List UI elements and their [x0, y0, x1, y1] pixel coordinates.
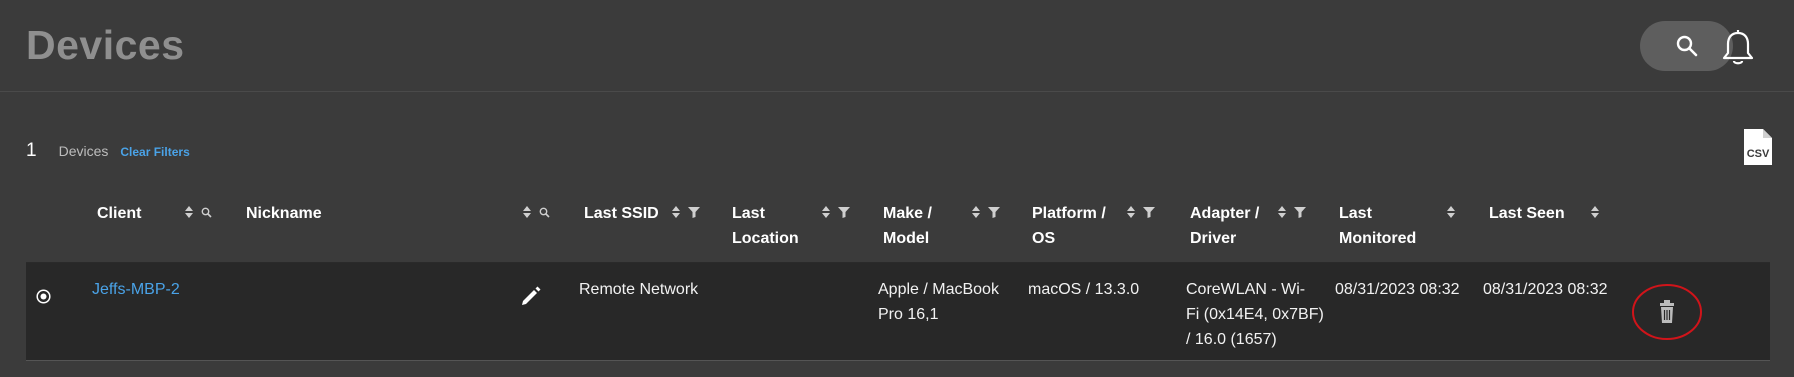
pencil-icon — [522, 286, 541, 305]
sort-icon[interactable] — [1447, 206, 1455, 218]
filter-icon[interactable] — [688, 206, 700, 218]
svg-text:CSV: CSV — [1747, 148, 1770, 160]
bell-icon — [1722, 30, 1754, 65]
export-csv-button[interactable]: CSV — [1742, 127, 1774, 167]
last-ssid-cell: Remote Network — [579, 281, 699, 298]
column-header-nickname[interactable]: Nickname — [246, 201, 322, 226]
column-header-last-seen[interactable]: Last Seen — [1489, 201, 1565, 226]
table-header: Client Nickname Last SSID Last Location … — [26, 190, 1770, 263]
delete-device-button[interactable] — [1631, 283, 1703, 341]
filter-icon[interactable] — [1143, 206, 1155, 218]
column-header-last-location[interactable]: Last Location — [732, 201, 799, 251]
search-icon — [1676, 35, 1697, 57]
column-controls-last-ssid — [672, 201, 700, 223]
column-controls-platform-os — [1127, 201, 1155, 223]
device-summary: 1 Devices Clear Filters — [26, 140, 190, 164]
filter-icon[interactable] — [838, 206, 850, 218]
trash-icon — [1660, 300, 1674, 323]
sort-icon[interactable] — [1278, 206, 1286, 218]
column-controls-adapter-driver — [1278, 201, 1306, 223]
adapter-driver-cell: CoreWLAN - Wi- Fi (0x14E4, 0x7BF) / 16.0… — [1186, 281, 1324, 348]
top-bar: Devices — [0, 0, 1794, 92]
sort-icon[interactable] — [672, 206, 680, 218]
column-header-last-monitored[interactable]: Last Monitored — [1339, 201, 1416, 251]
notifications-button[interactable] — [1716, 26, 1760, 70]
table-row[interactable]: Jeffs-MBP-2 Remote Network Apple / MacBo… — [26, 263, 1770, 361]
sort-icon[interactable] — [822, 206, 830, 218]
last-monitored-cell: 08/31/2023 08:32 — [1335, 281, 1460, 298]
last-seen-cell: 08/31/2023 08:32 — [1483, 281, 1608, 298]
column-search-icon[interactable] — [201, 207, 212, 218]
column-controls-last-monitored — [1447, 201, 1455, 223]
column-header-adapter-driver[interactable]: Adapter / Driver — [1190, 201, 1259, 251]
column-controls-make-model — [972, 201, 1000, 223]
sort-icon[interactable] — [185, 206, 193, 218]
devices-table: Client Nickname Last SSID Last Location … — [26, 190, 1770, 361]
filter-icon[interactable] — [988, 206, 1000, 218]
column-controls-client — [185, 201, 212, 223]
device-count: 1 — [26, 140, 37, 161]
column-header-client[interactable]: Client — [97, 201, 141, 226]
row-select-radio[interactable] — [36, 289, 51, 309]
csv-file-icon: CSV — [1744, 129, 1772, 165]
page-title: Devices — [26, 22, 185, 68]
column-header-last-ssid[interactable]: Last SSID — [584, 201, 659, 226]
sort-icon[interactable] — [972, 206, 980, 218]
client-link[interactable]: Jeffs-MBP-2 — [92, 277, 180, 302]
clear-filters-link[interactable]: Clear Filters — [120, 145, 189, 159]
platform-os-cell: macOS / 13.3.0 — [1028, 281, 1140, 298]
make-model-cell: Apple / MacBook Pro 16,1 — [878, 281, 999, 323]
column-controls-nickname — [523, 201, 550, 223]
column-search-icon[interactable] — [539, 207, 550, 218]
sort-icon[interactable] — [1127, 206, 1135, 218]
column-header-make-model[interactable]: Make / Model — [883, 201, 932, 251]
edit-nickname-button[interactable] — [520, 285, 542, 312]
filter-icon[interactable] — [1294, 206, 1306, 218]
sort-icon[interactable] — [523, 206, 531, 218]
column-controls-last-seen — [1591, 201, 1599, 223]
column-controls-last-location — [822, 201, 850, 223]
column-header-platform-os[interactable]: Platform / OS — [1032, 201, 1106, 251]
device-count-label: Devices — [58, 143, 109, 159]
sort-icon[interactable] — [1591, 206, 1599, 218]
